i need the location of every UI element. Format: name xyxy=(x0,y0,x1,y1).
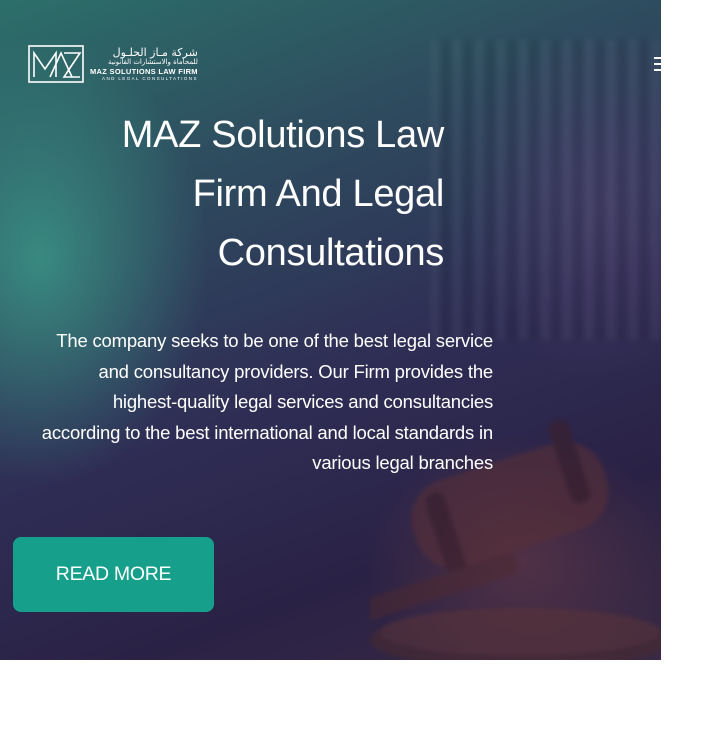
hero-description-line: and consultancy providers. Our Firm prov… xyxy=(98,360,494,382)
logo-wordmark: شركة مـاز الحلـول للمحاماة والاستشارات ا… xyxy=(90,47,198,81)
maz-monogram-icon xyxy=(28,45,84,83)
hero-description-line: according to the best international and … xyxy=(41,421,493,443)
logo-name-english: MAZ SOLUTIONS LAW FIRM xyxy=(90,67,198,76)
hero-banner: شركة مـاز الحلـول للمحاماة والاستشارات ا… xyxy=(0,0,661,670)
hero-description: The company seeks to be one of the best … xyxy=(0,326,493,479)
hero-description-line: highest-quality legal services and consu… xyxy=(112,391,493,412)
company-logo[interactable]: شركة مـاز الحلـول للمحاماة والاستشارات ا… xyxy=(28,45,198,83)
hero-title-line: Consultations xyxy=(217,232,445,274)
logo-subtitle-english: AND LEGAL CONSULTATIONS xyxy=(102,75,198,81)
logo-subtitle-arabic: للمحاماة والاستشارات القانونية xyxy=(107,58,198,66)
read-more-button[interactable]: READ MORE xyxy=(13,537,214,612)
hero-bottom-curve xyxy=(0,660,661,732)
hero-title: MAZ Solutions Law Firm And Legal Consult… xyxy=(60,106,445,283)
logo-name-arabic: شركة مـاز الحلـول xyxy=(112,46,198,59)
hamburger-icon[interactable] xyxy=(654,55,661,73)
hero-description-line: The company seeks to be one of the best … xyxy=(56,330,493,351)
hero-description-line: various legal branches xyxy=(312,452,493,473)
page: شركة مـاز الحلـول للمحاماة والاستشارات ا… xyxy=(0,0,705,748)
hero-title-line: Firm And Legal xyxy=(192,173,445,215)
bookshelf-background xyxy=(430,40,661,340)
hero-title-line: MAZ Solutions Law xyxy=(121,114,445,156)
